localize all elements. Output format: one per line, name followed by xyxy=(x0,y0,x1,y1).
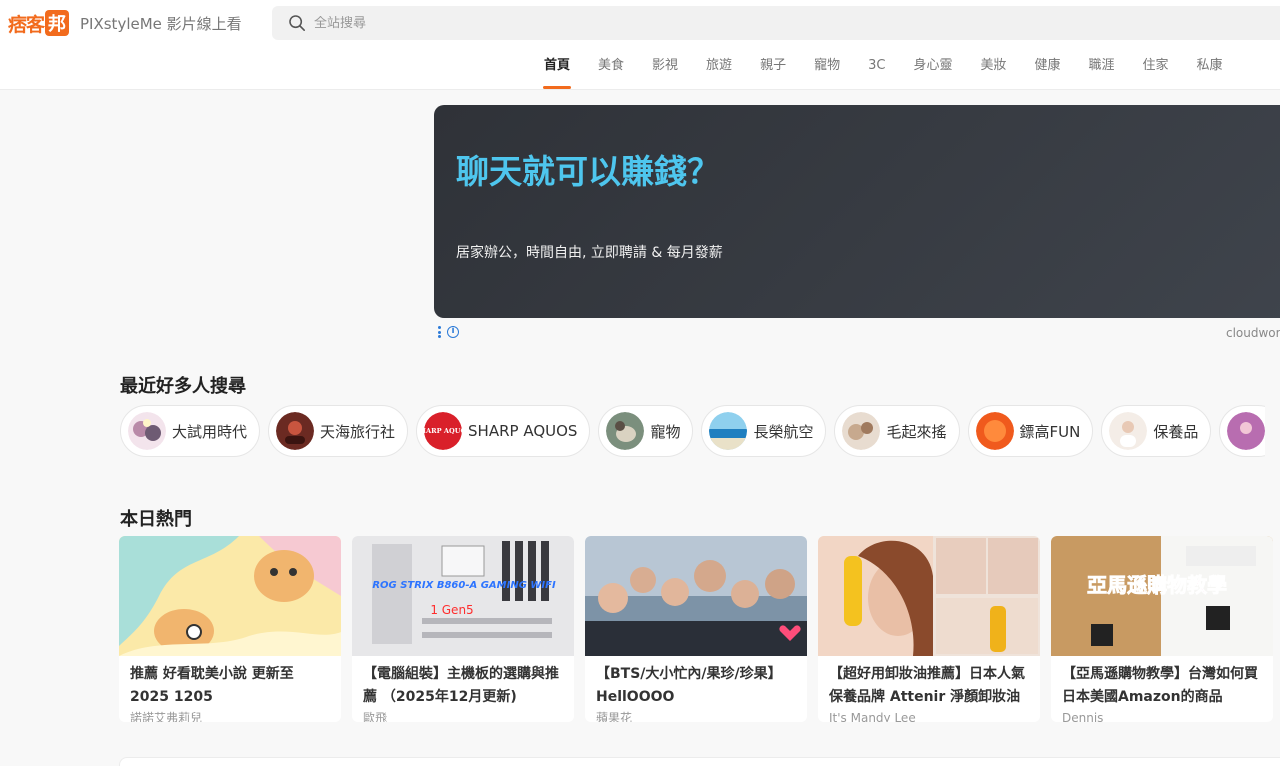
ad-title: 聊天就可以賺錢？ xyxy=(456,152,720,191)
article-title[interactable]: 【亞馬遜購物教學】台灣如何買日本美國Amazon的商品 xyxy=(1062,663,1261,709)
article-card[interactable]: ROG STRIX B860-A GAMING WIFI 1 Gen5 【電腦組… xyxy=(352,536,574,722)
nav-tab-parenting[interactable]: 親子 xyxy=(746,56,800,90)
nav-tab-career[interactable]: 職涯 xyxy=(1075,56,1129,90)
article-author[interactable]: 歐飛 xyxy=(363,709,562,722)
trending-chip[interactable]: 毛起來搖 xyxy=(834,405,960,457)
site-logo[interactable]: 痞客邦 xyxy=(8,10,70,36)
ad-choices[interactable]: i xyxy=(438,326,459,338)
nav-tab-movies[interactable]: 影視 xyxy=(638,56,692,90)
chip-avatar-more xyxy=(1227,412,1265,450)
trending-chips: 大試用時代 天海旅行社 SHARP AQUOS SHARP AQUOS 寵物 xyxy=(120,405,1265,457)
top-bar: 痞客邦 PIXstyleMe 影片線上看 首頁 美食 影視 旅遊 親子 寵物 3… xyxy=(0,0,1280,90)
article-title[interactable]: 【BTS/大小忙內/果珍/珍果】HellOOOO xyxy=(596,663,795,709)
article-card[interactable]: 推薦 好看耽美小說 更新至 2025 1205 諾諾艾弗莉兒 xyxy=(119,536,341,722)
article-title[interactable]: 推薦 好看耽美小說 更新至 2025 1205 xyxy=(130,663,329,709)
trending-chip[interactable]: 長榮航空 xyxy=(701,405,827,457)
article-author[interactable]: Dennis xyxy=(1062,709,1261,722)
chip-avatar-sharp: SHARP AQUOS xyxy=(424,412,463,450)
trending-chip[interactable]: SHARP AQUOS SHARP AQUOS xyxy=(416,405,591,457)
article-author[interactable]: 諾諾艾弗莉兒 xyxy=(130,709,329,722)
nav-tab-beauty[interactable]: 美妝 xyxy=(966,56,1020,90)
ad-banner[interactable]: 聊天就可以賺錢？ 居家辦公，時間自由, 立即聘請 & 每月發薪 xyxy=(434,105,1280,318)
nav-tab-private[interactable]: 私康 xyxy=(1183,56,1237,90)
thumb-sub: 1 Gen5 xyxy=(430,603,473,617)
article-card[interactable]: 亞馬遜購物教學 【亞馬遜購物教學】台灣如何買日本美國Amazon的商品 Denn… xyxy=(1051,536,1273,722)
article-thumbnail: ROG STRIX B860-A GAMING WIFI 1 Gen5 xyxy=(352,536,574,656)
ad-menu-icon[interactable] xyxy=(438,326,441,338)
article-title[interactable]: 【電腦組裝】主機板的選購與推薦 （2025年12月更新) xyxy=(363,663,562,709)
ad-info-icon[interactable]: i xyxy=(447,326,459,338)
ad-source-label: cloudwork xyxy=(1226,326,1280,340)
nav-tab-mind-body[interactable]: 身心靈 xyxy=(899,56,966,90)
chip-avatar-travel-agency xyxy=(276,412,315,450)
logo-box: 邦 xyxy=(45,10,70,36)
article-thumbnail: 亞馬遜購物教學 xyxy=(1051,536,1273,656)
chip-avatar-pet-shake xyxy=(842,412,881,450)
hot-today-title: 本日熱門 xyxy=(120,509,192,530)
thumb-text: 亞馬遜購物教學 xyxy=(1087,573,1227,597)
chip-avatar-skincare xyxy=(1109,412,1148,450)
article-card[interactable]: 【超好用卸妝油推薦】日本人氣保養品牌 Attenir 淨顏卸妝油 It's Ma… xyxy=(818,536,1040,722)
chip-avatar-eva-air xyxy=(709,412,748,450)
article-thumbnail xyxy=(119,536,341,656)
article-card[interactable]: 【BTS/大小忙內/果珍/珍果】HellOOOO 蘋果花 xyxy=(585,536,807,722)
chip-avatar-pets xyxy=(606,412,645,450)
nav-tab-home-living[interactable]: 住家 xyxy=(1129,56,1183,90)
trending-chip[interactable] xyxy=(1219,405,1265,457)
chip-avatar-sharp-text: SHARP AQUOS xyxy=(424,427,462,435)
trending-chip[interactable]: 鏢高FUN xyxy=(967,405,1094,457)
article-thumbnail xyxy=(585,536,807,656)
trending-chip[interactable]: 保養品 xyxy=(1101,405,1212,457)
content-panel xyxy=(119,757,1280,766)
nav-tab-food[interactable]: 美食 xyxy=(584,56,638,90)
nav-tab-travel[interactable]: 旅遊 xyxy=(692,56,746,90)
article-author[interactable]: 蘋果花 xyxy=(596,709,795,722)
logo-text: 痞客 xyxy=(8,13,45,36)
nav-tab-3c[interactable]: 3C xyxy=(854,56,899,90)
ad-subtitle: 居家辦公，時間自由, 立即聘請 & 每月發薪 xyxy=(456,245,723,261)
trending-searches-title: 最近好多人搜尋 xyxy=(120,376,246,397)
video-promo-link[interactable]: PIXstyleMe 影片線上看 xyxy=(80,13,242,34)
hot-articles: 推薦 好看耽美小說 更新至 2025 1205 諾諾艾弗莉兒 ROG STRIX… xyxy=(119,536,1273,722)
article-author[interactable]: It's Mandy Lee xyxy=(829,709,1028,722)
trending-chip[interactable]: 大試用時代 xyxy=(120,405,261,457)
chip-avatar-fun xyxy=(975,412,1014,450)
nav-tab-home[interactable]: 首頁 xyxy=(530,56,584,90)
trending-chip[interactable]: 天海旅行社 xyxy=(268,405,409,457)
search-box[interactable] xyxy=(272,6,1280,40)
article-thumbnail xyxy=(818,536,1040,656)
nav-tab-pets[interactable]: 寵物 xyxy=(800,56,854,90)
chip-avatar-trial xyxy=(128,412,166,450)
trending-chip[interactable]: 寵物 xyxy=(598,405,694,457)
article-title[interactable]: 【超好用卸妝油推薦】日本人氣保養品牌 Attenir 淨顏卸妝油 xyxy=(829,663,1028,709)
category-nav: 首頁 美食 影視 旅遊 親子 寵物 3C 身心靈 美妝 健康 職涯 住家 私康 xyxy=(530,56,1237,90)
search-input[interactable] xyxy=(314,15,1114,31)
thumb-text: ROG STRIX B860-A GAMING WIFI xyxy=(372,580,556,591)
search-icon xyxy=(289,15,306,32)
nav-tab-health[interactable]: 健康 xyxy=(1020,56,1074,90)
